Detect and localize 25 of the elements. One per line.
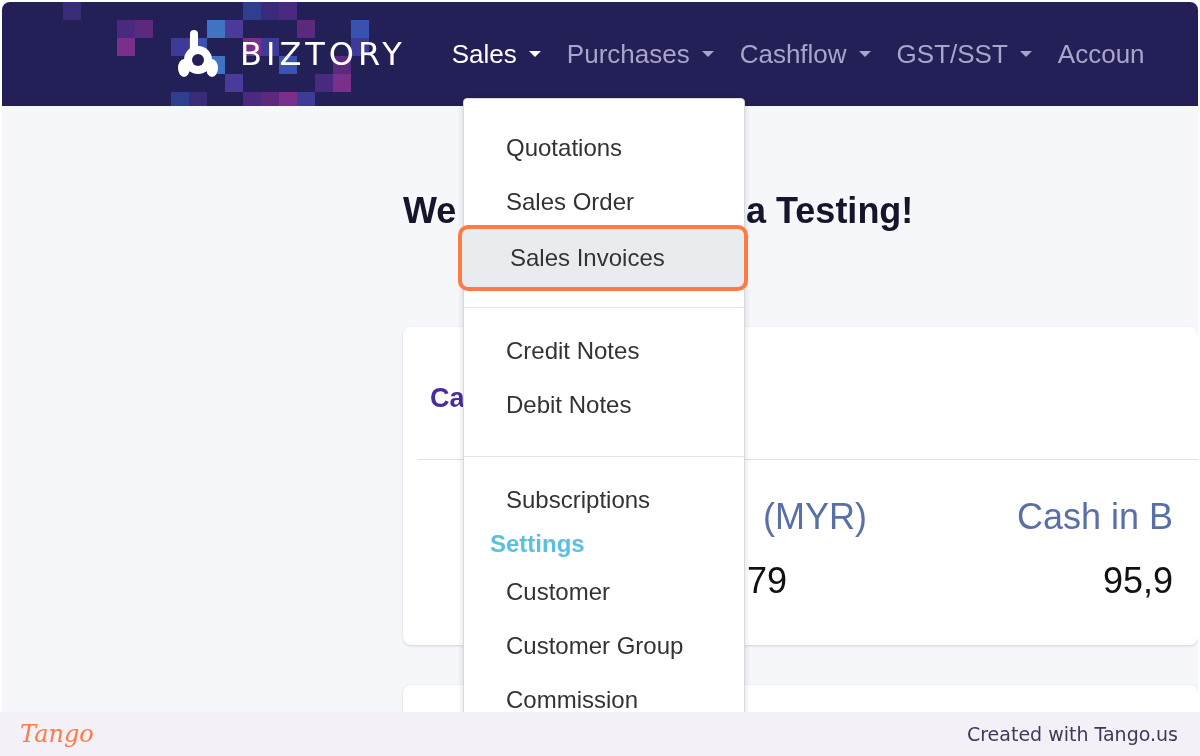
logo-icon bbox=[178, 30, 218, 78]
menu-item[interactable]: Subscriptions bbox=[464, 473, 744, 527]
brand-name: BIZTORY bbox=[240, 35, 406, 73]
menu-item[interactable]: Credit Notes bbox=[464, 324, 744, 378]
nav-menu[interactable]: Cashflow bbox=[739, 38, 871, 70]
nav-menu[interactable]: Sales bbox=[451, 38, 541, 70]
menu-item[interactable]: Quotations bbox=[464, 121, 744, 175]
welcome-heading: a Testing! bbox=[746, 190, 914, 232]
menu-item[interactable]: Commission bbox=[464, 673, 744, 712]
menu-item[interactable]: Sales Invoices bbox=[458, 225, 748, 291]
nav-menu[interactable]: Accoun bbox=[1057, 38, 1145, 70]
tango-logo: Tango bbox=[20, 720, 94, 748]
menu-item[interactable]: Customer Group bbox=[464, 619, 744, 673]
stat-label: (MYR) bbox=[763, 496, 867, 537]
card-title: Ca bbox=[430, 383, 465, 413]
menu-item[interactable]: Customer bbox=[464, 565, 744, 619]
stat-value: 95,9 bbox=[1103, 560, 1174, 601]
credit-text: Created with Tango.us bbox=[966, 723, 1178, 745]
stat-value: 79 bbox=[746, 560, 787, 601]
nav-menu[interactable]: GST/SST bbox=[896, 38, 1032, 70]
nav-menu[interactable]: Purchases bbox=[566, 38, 714, 70]
stat-label: Cash in B bbox=[1017, 496, 1174, 537]
menu-item[interactable]: Debit Notes bbox=[464, 378, 744, 432]
menu-section-header: Settings bbox=[490, 530, 585, 557]
welcome-heading: We bbox=[403, 190, 457, 232]
